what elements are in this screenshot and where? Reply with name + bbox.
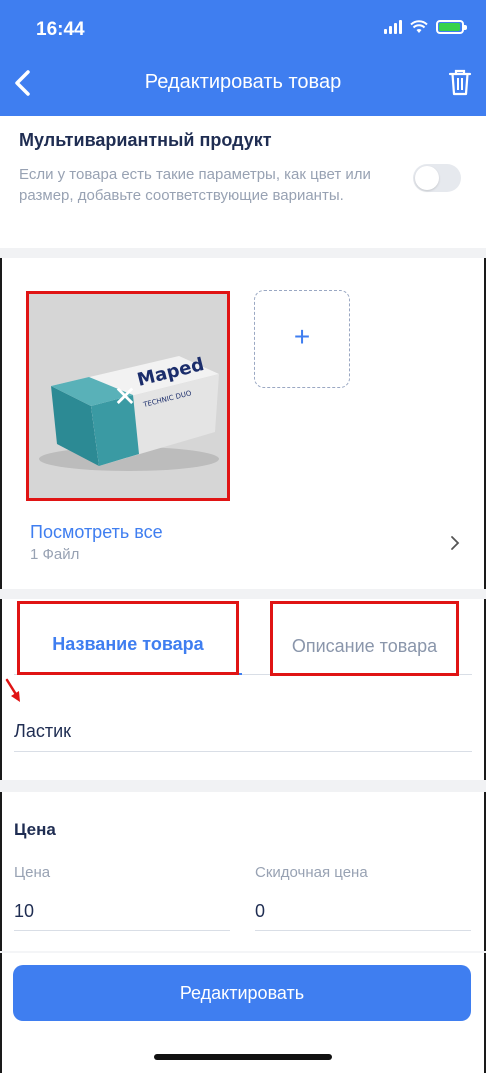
tabs-bar: Название товара Описание товара — [0, 599, 486, 677]
remove-photo-icon[interactable]: ✕ — [113, 383, 137, 411]
price-section-title: Цена — [14, 820, 56, 839]
status-time: 16:44 — [36, 19, 85, 40]
multivariant-title: Мультивариантный продукт — [19, 130, 272, 150]
product-name-input[interactable] — [14, 712, 472, 752]
chevron-right-icon — [451, 536, 460, 550]
edit-submit-button[interactable]: Редактировать — [13, 965, 471, 1021]
home-indicator — [154, 1054, 332, 1060]
add-photo-button[interactable]: + — [254, 290, 350, 388]
view-all-label: Посмотреть все — [30, 522, 163, 542]
footer-divider — [0, 951, 486, 953]
battery-icon — [436, 20, 467, 34]
section-divider — [0, 780, 486, 792]
toggle-knob — [415, 166, 439, 190]
app-header: 16:44 Редактировать товар — [0, 0, 486, 116]
file-count: 1 Файл — [30, 546, 80, 563]
discount-label: Скидочная цена — [255, 864, 368, 881]
tab-product-description-label: Описание товара — [291, 636, 438, 656]
wifi-icon — [410, 20, 428, 33]
red-arrow-annotation — [5, 678, 20, 702]
multivariant-description: Если у товара есть такие параметры, как … — [19, 166, 371, 204]
signal-icon — [384, 20, 402, 34]
status-icons — [384, 20, 467, 34]
tab-product-name[interactable]: Название товара — [17, 601, 239, 675]
multivariant-section: Мультивариантный продукт Если у товара е… — [0, 116, 486, 248]
tab-product-name-label: Название товара — [52, 634, 204, 654]
trash-icon[interactable] — [448, 68, 472, 96]
section-divider — [0, 248, 486, 258]
price-label: Цена — [14, 864, 51, 881]
page-title: Редактировать товар — [144, 71, 342, 93]
tab-product-description[interactable]: Описание товара — [270, 601, 459, 676]
section-divider — [0, 589, 486, 599]
plus-icon: + — [293, 321, 311, 352]
price-input[interactable] — [14, 893, 230, 931]
discount-price-input[interactable] — [255, 893, 471, 931]
multivariant-toggle[interactable] — [413, 164, 461, 192]
view-all-files[interactable]: Посмотреть все 1 Файл — [0, 515, 486, 575]
